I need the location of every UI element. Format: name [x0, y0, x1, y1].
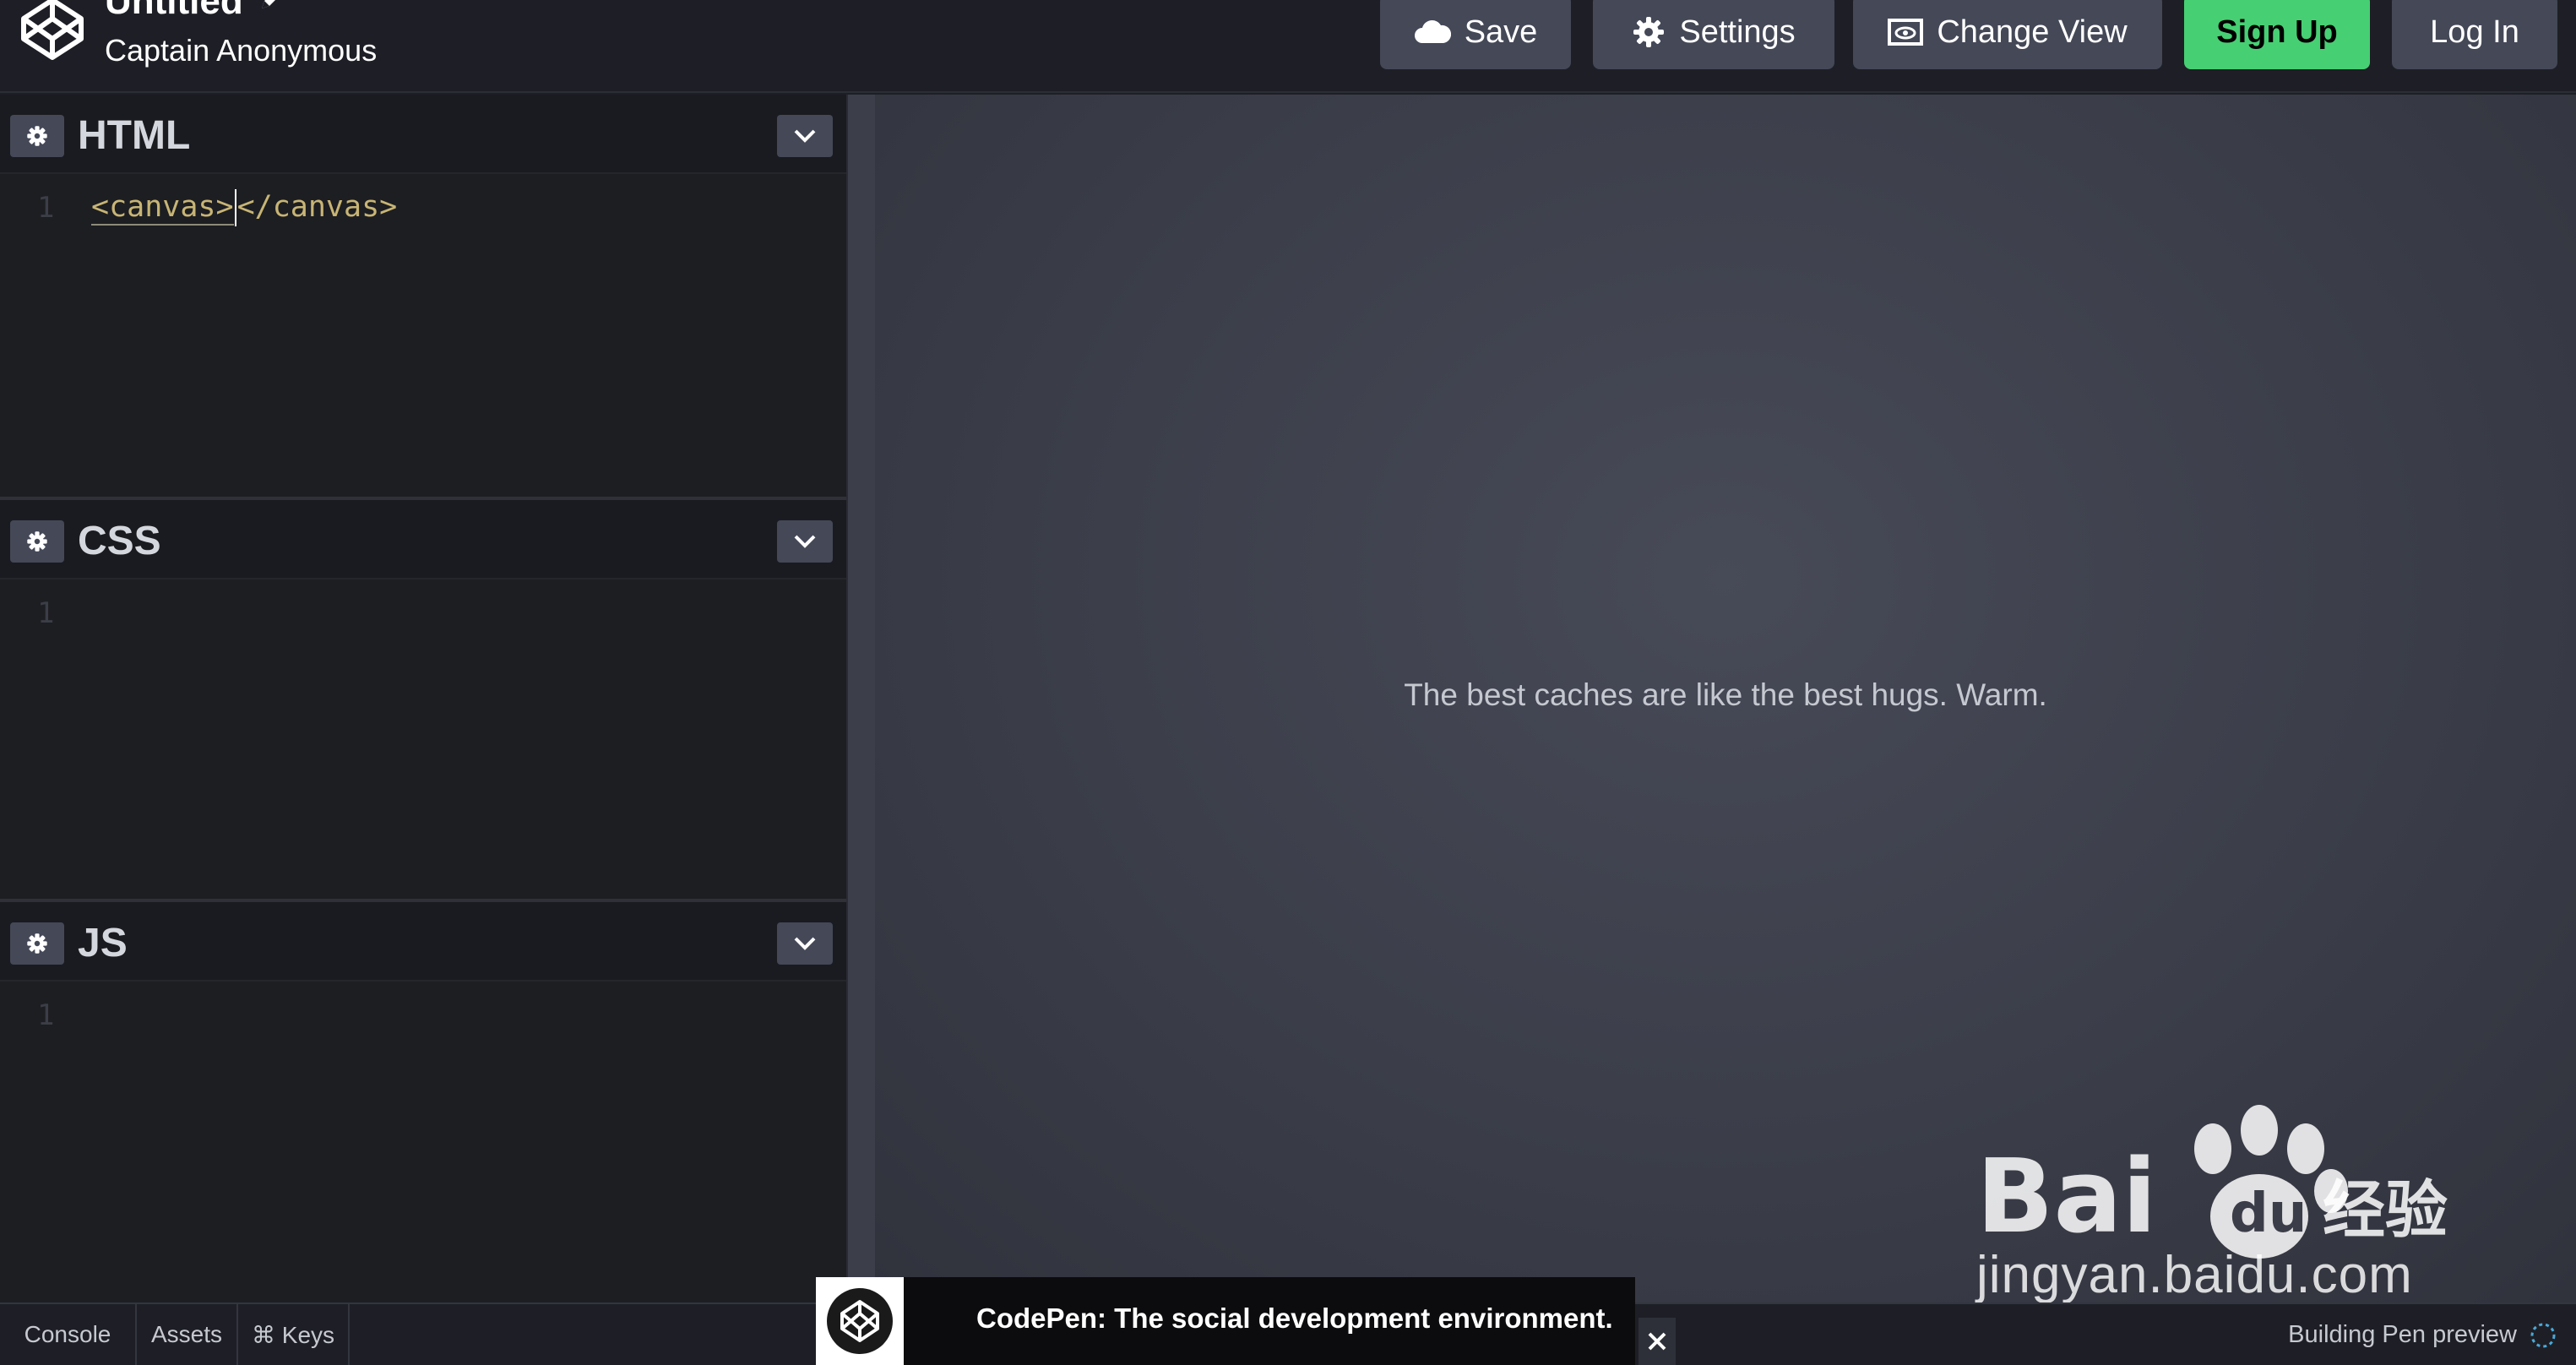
text-cursor [234, 189, 236, 226]
close-icon [1648, 1332, 1666, 1351]
css-editor-header: CSS [0, 500, 846, 579]
save-button-label: Save [1464, 14, 1538, 50]
header: Untitled Captain Anonymous Save Settings [0, 0, 2576, 93]
promo-toast[interactable]: CodePen: The social development environm… [816, 1277, 1635, 1365]
svg-text:du: du [2230, 1183, 2307, 1245]
preview-message: The best caches are like the best hugs. … [1404, 677, 2047, 712]
line-number: 1 [37, 998, 55, 1032]
chevron-down-icon [794, 535, 816, 548]
line-number: 1 [37, 596, 55, 630]
js-settings-button[interactable] [10, 922, 64, 965]
toast-message: CodePen: The social development environm… [976, 1302, 1613, 1334]
watermark-site-text: jingyan.baidu.com [1976, 1246, 2413, 1304]
code-open-tag: <canvas> [91, 190, 234, 226]
sign-up-button-label: Sign Up [2216, 14, 2338, 50]
pen-author: Captain Anonymous [105, 33, 378, 68]
editor-column: HTML 1 <canvas> </canvas> CSS 1 JS 1 [0, 95, 846, 1302]
pen-title[interactable]: Untitled [105, 0, 243, 20]
editor-resize-handle[interactable] [846, 95, 875, 1302]
build-status: Building Pen preview [2288, 1321, 2517, 1348]
gear-icon [27, 531, 47, 552]
change-view-button-label: Change View [1937, 14, 2128, 50]
css-editor: CSS 1 [0, 500, 846, 899]
html-editor: HTML 1 <canvas> </canvas> [0, 95, 846, 497]
codepen-logo-icon[interactable] [19, 0, 86, 63]
log-in-button-label: Log In [2430, 14, 2519, 50]
cloud-icon [1414, 20, 1451, 43]
settings-button[interactable]: Settings [1593, 0, 1834, 69]
line-number: 1 [37, 191, 55, 225]
log-in-button[interactable]: Log In [2392, 0, 2557, 69]
css-collapse-button[interactable] [777, 520, 833, 563]
css-settings-button[interactable] [10, 520, 64, 563]
change-view-button[interactable]: Change View [1853, 0, 2162, 69]
keys-button[interactable]: ⌘ Keys [238, 1304, 350, 1365]
gear-icon [27, 933, 47, 954]
codepen-logo-icon [827, 1288, 893, 1354]
change-view-icon [1888, 19, 1924, 46]
settings-button-label: Settings [1679, 14, 1796, 50]
js-collapse-button[interactable] [777, 922, 833, 965]
svg-text:经验: 经验 [2323, 1174, 2448, 1247]
svg-text:Bai: Bai [1976, 1139, 2157, 1256]
gear-icon [27, 126, 47, 146]
chevron-down-icon [794, 129, 816, 143]
js-editor: JS 1 [0, 902, 846, 1302]
toast-logo [816, 1277, 904, 1365]
css-editor-title: CSS [78, 519, 161, 563]
sign-up-button[interactable]: Sign Up [2184, 0, 2370, 69]
loading-spinner-icon [2530, 1323, 2556, 1348]
code-close-tag: </canvas> [236, 190, 398, 224]
save-button[interactable]: Save [1380, 0, 1571, 69]
console-button[interactable]: Console [0, 1304, 137, 1365]
html-settings-button[interactable] [10, 115, 64, 157]
pen-title-block: Untitled Captain Anonymous [105, 0, 377, 68]
gear-icon [1633, 17, 1665, 47]
code-line[interactable]: <canvas> </canvas> [91, 189, 397, 226]
html-collapse-button[interactable] [777, 115, 833, 157]
html-editor-title: HTML [78, 113, 191, 158]
chevron-down-icon [794, 937, 816, 950]
js-editor-title: JS [78, 921, 128, 965]
html-editor-header: HTML [0, 95, 846, 174]
js-editor-header: JS [0, 902, 846, 982]
assets-button[interactable]: Assets [137, 1304, 238, 1365]
toast-close-button[interactable] [1639, 1318, 1676, 1365]
pencil-icon[interactable] [257, 0, 287, 14]
